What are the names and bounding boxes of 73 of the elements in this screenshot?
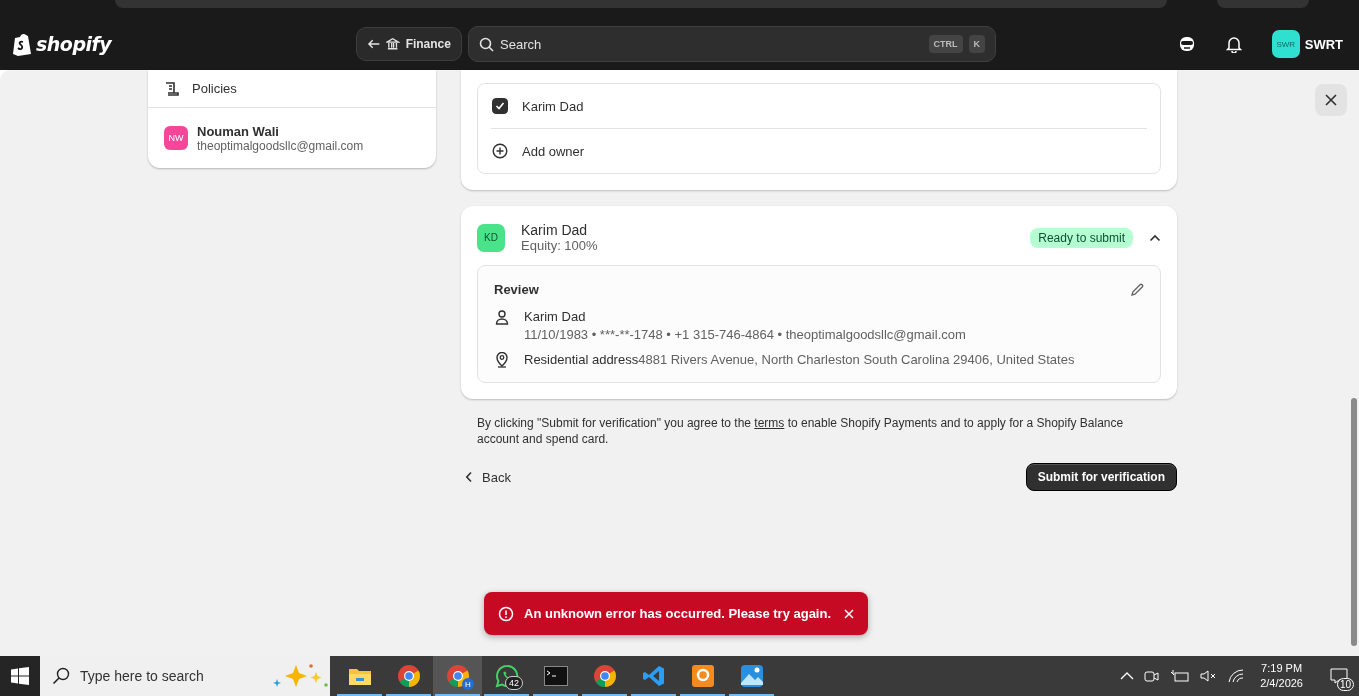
folder-icon — [347, 666, 372, 686]
shopify-logo[interactable]: shopify — [36, 33, 112, 55]
search-icon — [479, 36, 494, 52]
notification-count: 10 — [1336, 678, 1354, 691]
taskbar-app-button[interactable]: H — [433, 656, 482, 696]
checkbox[interactable] — [492, 98, 508, 114]
user-avatar: NW — [164, 126, 188, 150]
error-message: An unknown error has occurred. Please try again. — [524, 606, 833, 621]
taskbar-app-button[interactable]: 42 — [482, 656, 531, 696]
review-title: Review — [494, 282, 539, 297]
terms-link[interactable]: terms — [754, 416, 785, 430]
address-label: Residential address — [524, 352, 639, 367]
wifi-icon[interactable] — [1228, 669, 1245, 683]
address-text: 4881 Rivers Avenue, North Charleston South Carolina 29406, United States — [638, 352, 1075, 367]
equity-text: Equity: 100% — [521, 238, 598, 253]
search-icon — [52, 667, 70, 685]
windows-logo-icon — [11, 667, 29, 685]
location-pin-icon — [494, 352, 510, 368]
owner-name: Karim Dad — [522, 98, 584, 114]
consent-text: By clicking "Submit for verification" you agree to the terms to enable Shopify Payments and to apply for a Shopify Balance account and spend card. — [477, 415, 1125, 447]
app-icon — [690, 664, 715, 688]
chevron-up-icon[interactable] — [1149, 233, 1161, 242]
submit-button[interactable]: Submit for verification — [1025, 463, 1177, 491]
person-details: 11/10/1983 • ***-**-1748 • +1 315-746-4864 • theoptimalgoodsllc@gmail.com — [524, 327, 966, 342]
owner-avatar: KD — [477, 223, 505, 252]
person-icon — [494, 309, 510, 325]
store-avatar[interactable]: SWR — [1271, 30, 1300, 58]
shortcut-key: CTRL — [928, 35, 963, 53]
arrow-left-icon — [367, 38, 381, 50]
chrome-icon — [592, 664, 617, 688]
chrome-icon — [396, 664, 421, 688]
close-button[interactable] — [1315, 84, 1347, 116]
close-button[interactable] — [844, 608, 854, 619]
battery-icon[interactable] — [1170, 669, 1191, 683]
camera-icon[interactable] — [1144, 669, 1161, 683]
bell-icon[interactable] — [1225, 35, 1242, 53]
start-button[interactable] — [0, 656, 40, 696]
search-field[interactable]: Search CTRL K — [468, 26, 996, 62]
finance-back-button[interactable]: Finance — [356, 27, 462, 61]
terminal-icon — [543, 666, 568, 686]
scroll-icon — [164, 80, 180, 97]
close-icon — [844, 608, 854, 619]
code-editor-icon — [641, 664, 666, 688]
shortcut-key: K — [968, 35, 985, 53]
taskbar-search-field[interactable]: Type here to search — [40, 656, 330, 696]
account-name: Nouman Wali — [197, 123, 280, 139]
clock-date[interactable]: 2/4/2026 — [1260, 676, 1303, 691]
alert-icon — [498, 605, 514, 622]
account-email: theoptimalgoodsllc@gmail.com — [197, 138, 364, 153]
scrollbar-thumb[interactable] — [1351, 398, 1357, 646]
add-owner-link[interactable]: Add owner — [522, 143, 585, 159]
photos-icon — [739, 664, 764, 688]
close-icon — [1325, 94, 1337, 106]
shopping-bag-icon — [12, 32, 32, 56]
back-button[interactable]: Back — [461, 465, 515, 489]
search-placeholder: Search — [500, 36, 543, 52]
plus-circle-icon[interactable] — [492, 143, 508, 159]
sparkle-icon — [272, 662, 330, 690]
bank-icon — [386, 37, 400, 51]
clock-time[interactable]: 7:19 PM — [1261, 661, 1303, 676]
owner-name: Karim Dad — [521, 222, 589, 238]
app-badge: H — [462, 678, 474, 690]
chrome-icon — [445, 664, 470, 688]
app-badge: 42 — [505, 676, 523, 690]
search-placeholder: Type here to search — [80, 668, 205, 684]
pencil-icon[interactable] — [1130, 282, 1144, 297]
person-name: Karim Dad — [524, 309, 587, 324]
notification-button[interactable]: 10 — [1319, 656, 1359, 696]
store-name[interactable]: SWRT — [1304, 36, 1343, 52]
checkmark-icon — [495, 101, 505, 111]
chevron-left-icon — [465, 471, 473, 483]
status-badge: Ready to submit — [1030, 227, 1133, 248]
policies-link[interactable]: Policies — [192, 81, 237, 96]
